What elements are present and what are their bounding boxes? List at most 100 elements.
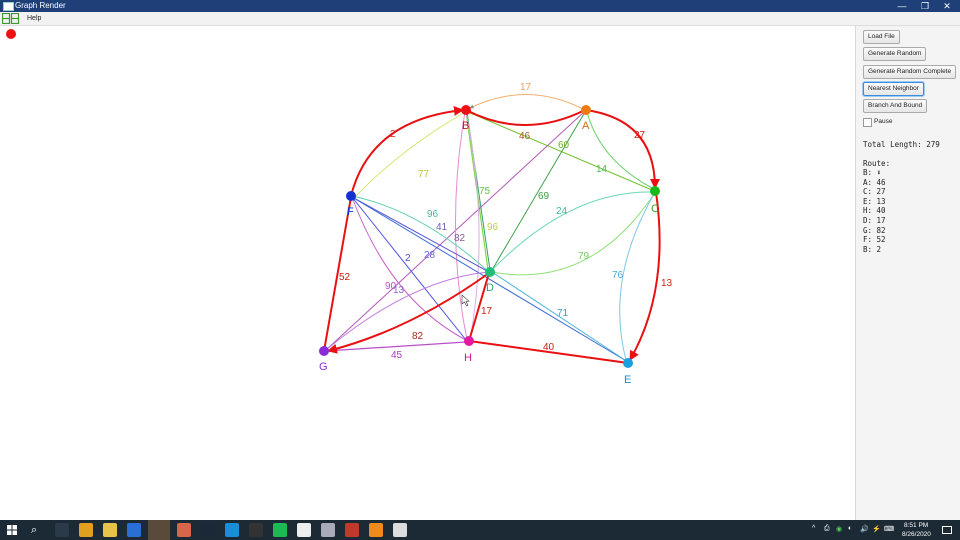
store-icon[interactable] [297,523,311,537]
chrome-icon[interactable] [79,523,93,537]
edge-weight-label: 46 [519,131,531,142]
graph-node-c[interactable] [650,186,660,196]
task-view-icon[interactable] [55,523,69,537]
route-node: A: [863,177,873,187]
graph-node-d[interactable] [485,267,495,277]
keyboard-icon[interactable]: ⌨ [884,525,894,533]
app-logo-icon [2,13,20,24]
route-cost: 52 [876,235,886,245]
notifications-icon[interactable] [942,526,952,535]
menu-help[interactable]: Help [27,12,41,25]
edge-d-c [491,191,654,271]
graph-node-b[interactable] [461,105,471,115]
graph-canvas[interactable]: 17 2 46 60 27 14 77 75 69 96 41 82 96 24… [0,26,855,520]
node-label-e: E [624,374,631,386]
pause-checkbox[interactable] [863,118,872,127]
edge-weight-label: 79 [578,251,590,262]
graph-node-g[interactable] [319,346,329,356]
route-row: E: 13 [863,197,886,207]
clock-date[interactable]: 8/26/2020 [902,531,931,538]
file-explorer-icon[interactable] [103,523,117,537]
windows-start-icon[interactable] [7,525,17,535]
load-file-button[interactable]: Load File [863,30,900,44]
mail-icon[interactable] [127,523,141,537]
spotify-icon[interactable] [273,523,287,537]
active-app-highlight [148,520,170,540]
edge-weight-label: 96 [427,209,439,220]
tray-chevron-icon[interactable]: ^ [812,525,815,532]
route-row: B: 2 [863,245,881,255]
printer-icon[interactable] [321,523,335,537]
generate-random-complete-button[interactable]: Generate Random Complete [863,65,957,79]
route-node: G: [863,225,873,235]
cloud-icon[interactable] [225,523,239,537]
route-node: D: [863,216,873,225]
route-node: E: [863,196,873,206]
graph-node-a[interactable] [581,105,591,115]
edge-b-h [455,111,468,341]
control-panel: Load File Generate Random Generate Rando… [855,26,960,520]
volume-icon[interactable]: 🔊 [860,525,869,533]
tray-status-icon[interactable]: ◉ [836,525,842,533]
edge-weight-label: 27 [634,130,646,141]
clock-time[interactable]: 8:51 PM [904,522,928,529]
route-edge-b-a [465,109,586,126]
nearest-neighbor-button[interactable]: Nearest Neighbor [863,82,924,96]
edge-weight-label: 24 [556,206,568,217]
route-cost: 17 [876,216,886,225]
node-label-c: C [651,203,659,215]
route-node: B: [863,168,873,177]
graph-node-e[interactable] [623,358,633,368]
media-player-icon[interactable] [345,523,359,537]
mouse-pointer-icon [461,294,470,307]
route-cost: 82 [876,225,886,235]
app-icon [3,2,14,11]
node-label-d: D [486,282,494,294]
edge-f-h [351,196,467,341]
edge-weight-label: 76 [612,270,624,281]
route-row: C: 27 [863,187,886,197]
edge-weight-label: 14 [596,164,608,175]
edge-d-c-2 [491,193,655,276]
route-row: A: 46 [863,178,886,188]
graph-node-f[interactable] [346,191,356,201]
edge-b-f [355,111,466,197]
total-length-value: 279 [926,140,940,149]
route-node: C: [863,187,873,197]
route-node: H: [863,206,873,216]
tray-network-icon[interactable]: ◐ [848,525,852,532]
generate-random-button[interactable]: Generate Random [863,47,927,61]
branch-and-bound-button[interactable]: Branch And Bound [863,99,928,113]
snipping-tool-icon[interactable] [177,523,191,537]
status-indicator [6,29,16,39]
edge-c-e [619,193,655,361]
edge-f-d-2 [351,196,490,273]
edge-weight-label: 2 [405,253,411,264]
close-button[interactable]: ✕ [933,0,960,12]
tray-printer-icon[interactable]: ⎙ [824,525,830,533]
route-row: F: 52 [863,235,886,245]
power-icon[interactable]: ⚡ [872,525,881,533]
edge-weight-label: 52 [339,272,351,283]
route-row: G: 82 [863,226,886,236]
edge-weight-label: 17 [481,306,493,317]
java-icon[interactable] [393,523,407,537]
node-label-h: H [464,352,472,364]
edge-weight-label: 41 [436,222,448,233]
route-row: H: 40 [863,206,886,216]
route-cost: 40 [876,206,886,216]
edge-a-b [469,94,586,111]
node-label-b: B [462,120,469,132]
steam-icon[interactable] [201,523,215,537]
window-title: Graph Render [15,1,66,10]
title-bar: Graph Render — ❐ ✕ [0,0,960,12]
epic-games-icon[interactable] [249,523,263,537]
route-cost: ⬇ [876,168,882,177]
edge-b-h-2 [465,111,480,341]
node-label-f: F [347,206,354,218]
sublime-icon[interactable] [369,523,383,537]
edge-weight-label: 13 [393,285,405,296]
graph-node-h[interactable] [464,336,474,346]
edge-weight-label: 71 [557,308,569,319]
search-icon[interactable]: ⌕ [31,522,37,538]
